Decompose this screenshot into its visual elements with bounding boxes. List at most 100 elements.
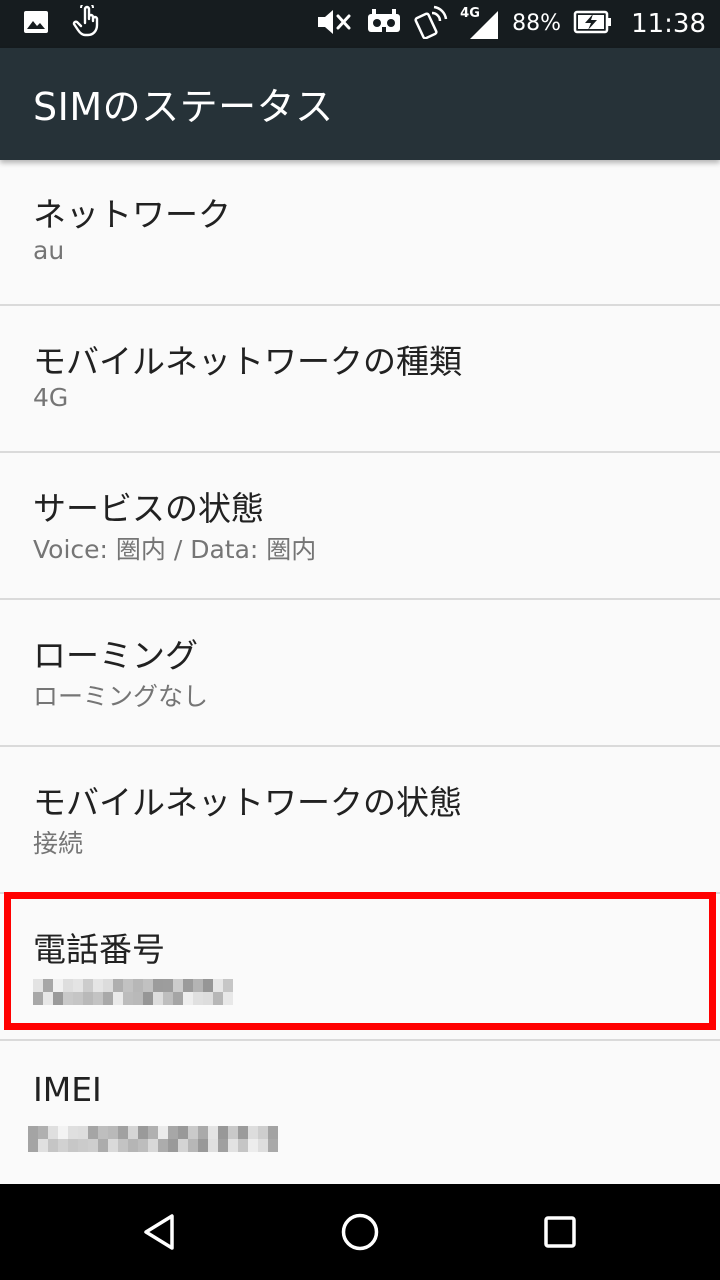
mosaic-block xyxy=(103,979,113,992)
mosaic-block xyxy=(193,992,203,1005)
mosaic-block xyxy=(173,992,183,1005)
battery-charging-icon xyxy=(573,9,613,39)
mosaic-block xyxy=(228,1139,238,1152)
mosaic-block xyxy=(108,1126,118,1139)
list-item-value: 4G xyxy=(33,383,69,412)
mosaic-block xyxy=(193,979,203,992)
back-icon xyxy=(144,1214,174,1250)
mosaic-block xyxy=(58,1139,68,1152)
mosaic-block xyxy=(53,992,63,1005)
mosaic-block xyxy=(248,1126,258,1139)
mute-icon xyxy=(316,7,354,41)
mosaic-block xyxy=(178,1126,188,1139)
list-item-value: 接続 xyxy=(33,829,84,858)
status-bar: 4G 88% 11:38 xyxy=(0,0,720,48)
list-item-value: ローミングなし xyxy=(33,682,209,711)
mosaic-block xyxy=(53,979,63,992)
mosaic-block xyxy=(63,992,73,1005)
mosaic-block xyxy=(198,1139,208,1152)
mosaic-block xyxy=(208,1126,218,1139)
list-item-service-state[interactable]: サービスの状態 Voice: 圏内 / Data: 圏内 xyxy=(0,454,720,600)
image-icon xyxy=(22,8,50,40)
mosaic-block xyxy=(103,992,113,1005)
home-button[interactable] xyxy=(336,1208,384,1256)
app-bar: SIMのステータス xyxy=(0,48,720,160)
mosaic-block xyxy=(183,992,193,1005)
list-item-mobile-network-type[interactable]: モバイルネットワークの種類 4G xyxy=(0,307,720,453)
list-item-value: Voice: 圏内 / Data: 圏内 xyxy=(33,535,317,564)
mosaic-block xyxy=(88,1139,98,1152)
mosaic-block xyxy=(208,1139,218,1152)
mosaic-block xyxy=(78,1139,88,1152)
mosaic-block xyxy=(213,992,223,1005)
mosaic-block xyxy=(43,979,53,992)
mosaic-block xyxy=(268,1139,278,1152)
mosaic-block xyxy=(28,1126,38,1139)
status-bar-right: 4G 88% 11:38 xyxy=(316,0,706,48)
page-title: SIMのステータス xyxy=(33,85,334,129)
status-bar-left xyxy=(22,1,106,43)
list-item-mobile-network-state[interactable]: モバイルネットワークの状態 接続 xyxy=(0,748,720,894)
nfc-icon xyxy=(414,5,448,43)
back-button[interactable] xyxy=(136,1208,184,1256)
mosaic-block xyxy=(98,1139,108,1152)
mosaic-block xyxy=(178,1139,188,1152)
mosaic-block xyxy=(143,992,153,1005)
list-item-roaming[interactable]: ローミング ローミングなし xyxy=(0,601,720,747)
mosaic-block xyxy=(188,1126,198,1139)
home-icon xyxy=(341,1213,379,1251)
mosaic-block xyxy=(113,992,123,1005)
navigation-bar xyxy=(0,1184,720,1280)
mosaic-block xyxy=(48,1139,58,1152)
mosaic-block xyxy=(78,1126,88,1139)
mosaic-block xyxy=(138,1139,148,1152)
mosaic-block xyxy=(163,979,173,992)
mosaic-block xyxy=(238,1126,248,1139)
touch-hand-icon xyxy=(72,1,106,43)
list-item-value: au xyxy=(33,236,65,265)
mosaic-block xyxy=(133,992,143,1005)
list-item-label: モバイルネットワークの状態 xyxy=(33,783,462,822)
mosaic-block xyxy=(198,1126,208,1139)
mosaic-block xyxy=(203,992,213,1005)
list-item-label: ローミング xyxy=(33,636,198,675)
mosaic-block xyxy=(113,979,123,992)
mosaic-block xyxy=(93,979,103,992)
mosaic-block xyxy=(93,992,103,1005)
list-item-label: IMEI xyxy=(33,1070,102,1109)
recents-button[interactable] xyxy=(536,1208,584,1256)
mosaic-block xyxy=(38,1126,48,1139)
mosaic-block xyxy=(138,1126,148,1139)
mosaic-block xyxy=(213,979,223,992)
list-item-phone-number[interactable]: 電話番号 xyxy=(0,895,720,1041)
mosaic-block xyxy=(63,979,73,992)
mosaic-block xyxy=(258,1126,268,1139)
mosaic-block xyxy=(118,1139,128,1152)
battery-percent: 88% xyxy=(512,11,562,36)
mosaic-block xyxy=(183,979,193,992)
pixelated-phone-number xyxy=(33,979,233,1005)
recents-icon xyxy=(544,1216,576,1248)
mosaic-block xyxy=(168,1139,178,1152)
list-item-label: サービスの状態 xyxy=(33,489,264,528)
mosaic-block xyxy=(73,979,83,992)
mosaic-block xyxy=(228,1126,238,1139)
mosaic-block xyxy=(33,979,43,992)
list-item-label: モバイルネットワークの種類 xyxy=(33,342,462,381)
mosaic-block xyxy=(118,1126,128,1139)
mosaic-block xyxy=(33,992,43,1005)
mosaic-block xyxy=(83,992,93,1005)
mosaic-block xyxy=(68,1139,78,1152)
list-item-imei[interactable]: IMEI xyxy=(0,1042,720,1188)
mosaic-block xyxy=(68,1126,78,1139)
mosaic-block xyxy=(258,1139,268,1152)
mosaic-block xyxy=(168,1126,178,1139)
mosaic-block xyxy=(48,1126,58,1139)
mosaic-block xyxy=(83,979,93,992)
mosaic-block xyxy=(108,1139,118,1152)
mosaic-block xyxy=(248,1139,258,1152)
list-item-network[interactable]: ネットワーク au xyxy=(0,160,720,306)
mosaic-block xyxy=(153,979,163,992)
mosaic-block xyxy=(223,979,233,992)
clock: 11:38 xyxy=(631,9,706,39)
